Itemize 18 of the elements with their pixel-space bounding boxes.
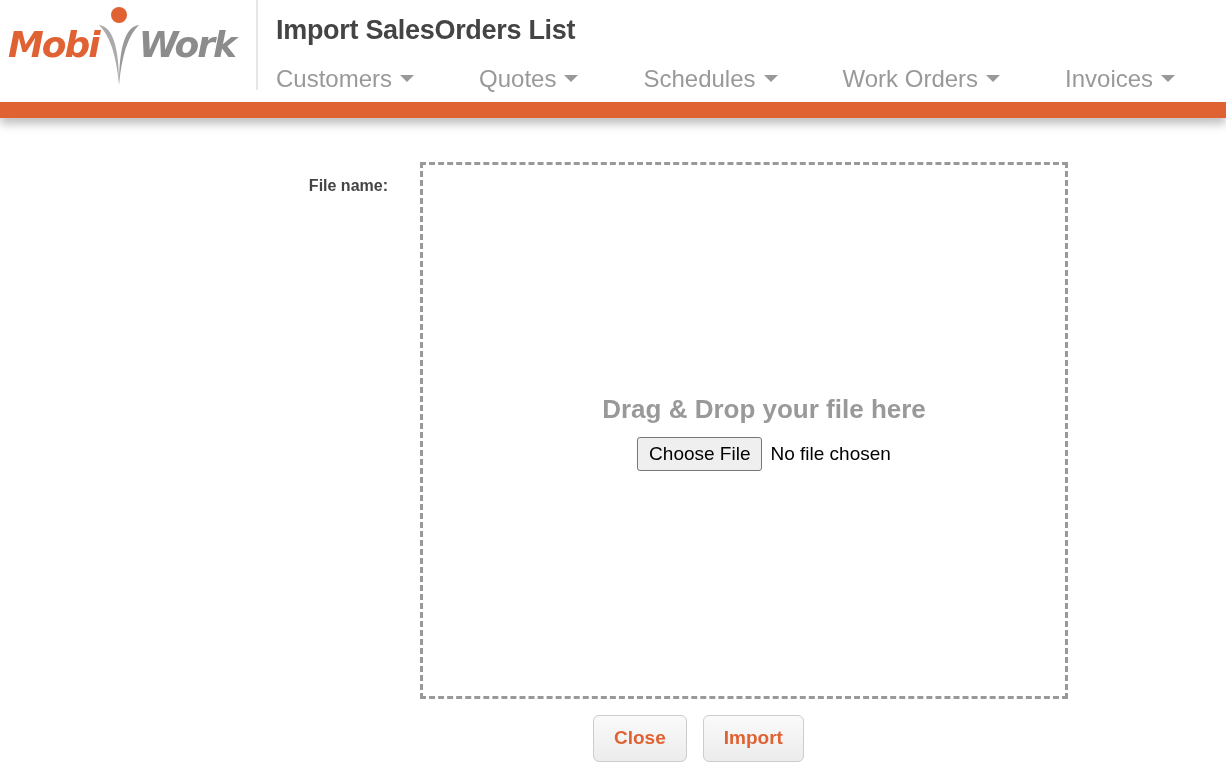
action-button[interactable]: Import: [702, 715, 804, 762]
caret-icon: [564, 75, 579, 82]
caret-icon: [400, 75, 415, 82]
nav-menu-item[interactable]: Quotes: [479, 60, 579, 97]
nav-menu-item[interactable]: Customers: [276, 60, 415, 97]
page-title: Import SalesOrders List: [276, 14, 577, 47]
dropzone-text: Drag & Drop your file here: [602, 392, 926, 426]
caret-icon: [986, 75, 1001, 82]
caret-icon: [1161, 75, 1176, 82]
nav-menu-item[interactable]: Schedules: [643, 60, 778, 97]
nav-menu-item[interactable]: Work Orders: [842, 60, 1001, 97]
choose-file-button[interactable]: Choose File: [637, 436, 763, 472]
drop-zone[interactable]: Drag & Drop your file here Choose File No file chosen: [420, 162, 1068, 699]
caret-icon: [763, 75, 778, 82]
file-status-text: No file chosen: [770, 441, 891, 466]
field-label: File name:: [308, 177, 388, 194]
nav-menu-item[interactable]: Invoices: [1065, 60, 1176, 97]
action-button[interactable]: Close: [593, 715, 687, 762]
